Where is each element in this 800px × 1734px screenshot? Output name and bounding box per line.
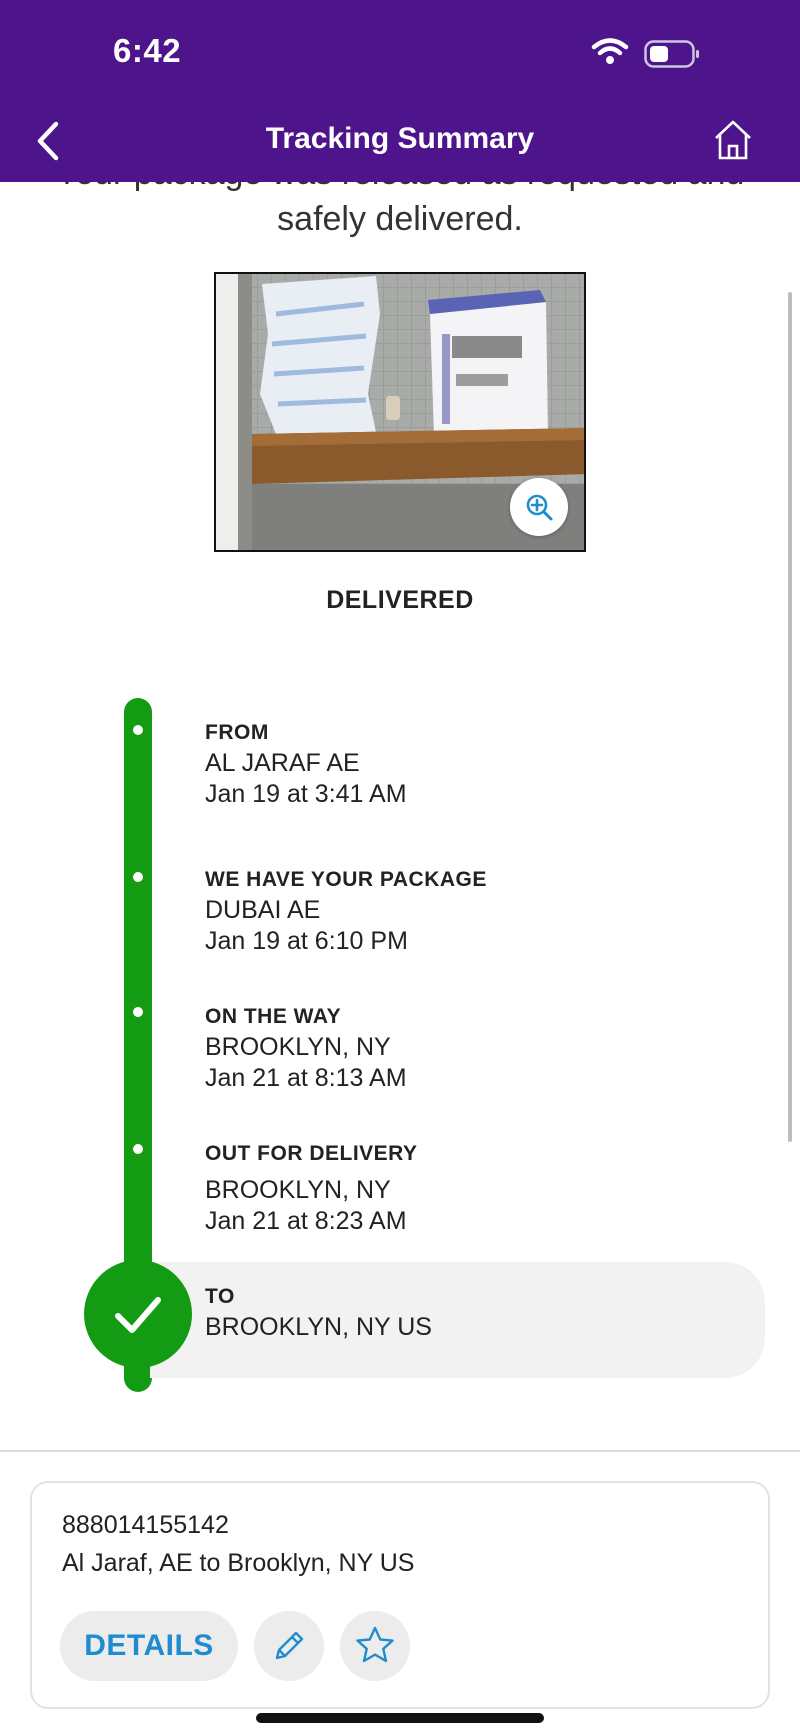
step-time: Jan 21 at 8:13 AM — [205, 1064, 407, 1092]
step-location: DUBAI AE — [205, 896, 321, 924]
delivered-check — [84, 1260, 192, 1368]
status-time: 6:42 — [113, 32, 182, 69]
wifi-icon — [591, 38, 629, 64]
page-title: Tracking Summary — [265, 122, 535, 155]
timeline-step-out-for-delivery: OUT FOR DELIVERY BROOKLYN, NY Jan 21 at … — [205, 1139, 765, 1237]
star-icon — [356, 1626, 394, 1663]
home-indicator — [256, 1713, 544, 1723]
step-time: Jan 21 at 8:23 AM — [205, 1207, 407, 1235]
edit-button[interactable] — [254, 1611, 324, 1681]
status-label: DELIVERED — [326, 586, 474, 614]
delivery-message: Your package was released as requested a… — [56, 182, 745, 238]
favorite-button[interactable] — [340, 1611, 410, 1681]
step-title: OUT FOR DELIVERY — [205, 1142, 418, 1165]
scrollbar[interactable] — [788, 292, 792, 1142]
zoom-in-icon — [526, 494, 553, 521]
step-title: FROM — [205, 721, 269, 744]
timeline-step-on-the-way: ON THE WAY BROOKLYN, NY Jan 21 at 8:13 A… — [205, 1002, 765, 1094]
step-title: ON THE WAY — [205, 1005, 342, 1028]
tracking-content[interactable]: Your package was released as requested a… — [0, 182, 800, 1450]
timeline-dot — [133, 1144, 143, 1154]
timeline-step-from: FROM AL JARAF AE Jan 19 at 3:41 AM — [205, 718, 765, 810]
step-time: Jan 19 at 3:41 AM — [205, 780, 407, 808]
step-title: WE HAVE YOUR PACKAGE — [205, 868, 487, 891]
step-location: BROOKLYN, NY — [205, 1176, 391, 1204]
shipment-route: Al Jaraf, AE to Brooklyn, NY US — [62, 1549, 415, 1577]
tracking-number: 888014155142 — [62, 1511, 229, 1539]
battery-icon — [644, 40, 699, 68]
step-location: BROOKLYN, NY — [205, 1033, 391, 1061]
home-icon[interactable] — [712, 118, 754, 162]
timeline-dot — [133, 1007, 143, 1017]
shipment-summary-card: 888014155142 Al Jaraf, AE to Brooklyn, N… — [30, 1481, 770, 1709]
timeline-step-to: TO BROOKLYN, NY US — [205, 1282, 765, 1343]
details-button[interactable]: DETAILS — [60, 1611, 238, 1681]
zoom-in-button[interactable] — [510, 478, 568, 536]
step-time: Jan 19 at 6:10 PM — [205, 927, 408, 955]
divider — [0, 1450, 800, 1452]
timeline-dot — [133, 872, 143, 882]
app-header: 6:42 Tracking Summary — [0, 0, 800, 182]
checkmark-icon — [115, 1297, 161, 1333]
timeline-step-picked-up: WE HAVE YOUR PACKAGE DUBAI AE Jan 19 at … — [205, 865, 765, 957]
pencil-icon — [275, 1631, 304, 1660]
step-location: BROOKLYN, NY US — [205, 1313, 432, 1341]
step-location: AL JARAF AE — [205, 749, 360, 777]
step-title: TO — [205, 1285, 235, 1308]
timeline-dot — [133, 725, 143, 735]
